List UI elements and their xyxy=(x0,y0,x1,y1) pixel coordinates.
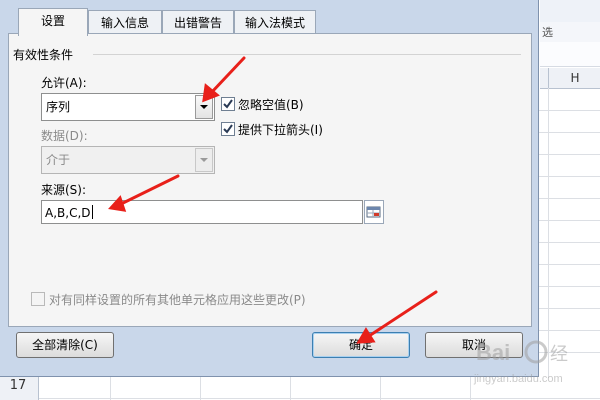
ok-button[interactable]: 确定 xyxy=(312,332,410,358)
settings-panel: 有效性条件 允许(A): 序列 忽略空值(B) 提供下拉箭头(I) 数据(D):… xyxy=(8,33,532,327)
grid-line xyxy=(538,154,600,155)
allow-dropdown-button[interactable] xyxy=(195,95,213,119)
validation-criteria-title: 有效性条件 xyxy=(13,48,74,62)
grid-line xyxy=(538,286,600,287)
grid-line xyxy=(538,242,600,243)
tab-ime-mode[interactable]: 输入法模式 xyxy=(234,10,316,35)
source-input[interactable]: A,B,C,D xyxy=(41,200,363,224)
source-label: 来源(S): xyxy=(41,183,87,197)
watermark-logo-icon: Bai 经 jingyan.baidu.com xyxy=(473,340,568,385)
tab-input-message[interactable]: 输入信息 xyxy=(88,10,162,35)
ignore-blank-label: 忽略空值(B) xyxy=(238,98,304,112)
checkmark-icon xyxy=(223,124,233,134)
grid-line xyxy=(110,376,111,400)
chevron-down-icon xyxy=(200,105,208,109)
allow-select-value: 序列 xyxy=(46,100,71,114)
grid-line xyxy=(538,110,600,111)
dropdown-arrow-checkbox[interactable] xyxy=(221,122,235,136)
ribbon-area xyxy=(540,0,600,23)
grid-line xyxy=(538,308,600,309)
svg-text:Bai: Bai xyxy=(476,340,510,365)
column-header-h[interactable]: H xyxy=(548,68,600,88)
ignore-blank-checkbox[interactable] xyxy=(221,97,235,111)
svg-text:经: 经 xyxy=(550,344,568,364)
data-label: 数据(D): xyxy=(41,129,88,143)
tab-settings[interactable]: 设置 xyxy=(18,8,88,36)
data-select: 介于 xyxy=(41,146,215,174)
ribbon-area-2: 选 xyxy=(540,22,600,43)
clear-all-button[interactable]: 全部清除(C) xyxy=(16,332,114,358)
grid-line xyxy=(290,376,291,400)
allow-label: 允许(A): xyxy=(41,76,87,90)
grid-line xyxy=(200,376,201,400)
checkmark-icon xyxy=(223,99,233,109)
grid-line xyxy=(0,398,600,399)
grid-line xyxy=(380,376,381,400)
chevron-down-icon xyxy=(200,158,208,162)
row-number-17[interactable]: 17 xyxy=(0,378,36,393)
ribbon-text: 选 xyxy=(542,26,553,39)
formula-bar-area xyxy=(540,42,600,67)
grid-line xyxy=(538,132,600,133)
grid-line xyxy=(538,198,600,199)
range-picker-icon xyxy=(366,206,381,218)
data-dropdown-button xyxy=(195,148,213,172)
svg-text:jingyan.baidu.com: jingyan.baidu.com xyxy=(473,373,563,385)
data-validation-dialog: 设置 输入信息 出错警告 输入法模式 有效性条件 允许(A): 序列 忽略空值(… xyxy=(0,0,539,377)
apply-to-all-label: 对有同样设置的所有其他单元格应用这些更改(P) xyxy=(49,293,306,307)
apply-to-all-checkbox xyxy=(31,292,45,306)
source-input-value: A,B,C,D xyxy=(45,206,91,220)
group-divider xyxy=(93,54,521,55)
allow-select[interactable]: 序列 xyxy=(41,93,215,121)
dropdown-arrow-label: 提供下拉箭头(I) xyxy=(238,123,323,137)
grid-line xyxy=(538,220,600,221)
data-select-value: 介于 xyxy=(46,153,71,167)
tab-error-alert[interactable]: 出错警告 xyxy=(162,10,234,35)
grid-line xyxy=(538,176,600,177)
range-select-button[interactable] xyxy=(364,200,384,224)
text-caret xyxy=(91,205,93,219)
grid-line xyxy=(538,264,600,265)
